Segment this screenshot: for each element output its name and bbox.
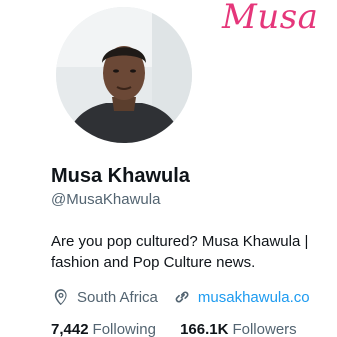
website-link[interactable]: musakhawula.co: [172, 287, 310, 307]
profile-bio: Are you pop cultured? Musa Khawula | fas…: [51, 231, 337, 273]
location-text: South Africa: [77, 288, 158, 306]
link-icon: [172, 287, 192, 307]
banner-title: Musa: [222, 0, 319, 37]
profile-stats: 7,442 Following 166.1K Followers: [51, 321, 297, 337]
profile-meta: South Africa musakhawula.co: [51, 286, 310, 308]
avatar-photo: [56, 7, 192, 143]
avatar[interactable]: [52, 3, 196, 147]
followers-stat[interactable]: 166.1K Followers: [180, 321, 297, 337]
location-pin-icon: [51, 287, 71, 307]
following-stat[interactable]: 7,442 Following: [51, 321, 156, 337]
website-text[interactable]: musakhawula.co: [198, 289, 310, 306]
profile-name: Musa Khawula: [51, 165, 190, 187]
profile-page: Musa Musa Khawula @MusaKhawula Are you p…: [0, 0, 337, 337]
profile-handle: @MusaKhawula: [51, 191, 161, 208]
bio-line: fashion and Pop Culture news.: [51, 254, 256, 271]
bio-line: Are you pop cultured? Musa Khawula |: [51, 233, 309, 250]
following-label: Following: [92, 321, 156, 337]
followers-label: Followers: [232, 321, 297, 337]
followers-count: 166.1K: [180, 321, 229, 337]
location-item: South Africa: [51, 287, 158, 307]
following-count: 7,442: [51, 321, 89, 337]
